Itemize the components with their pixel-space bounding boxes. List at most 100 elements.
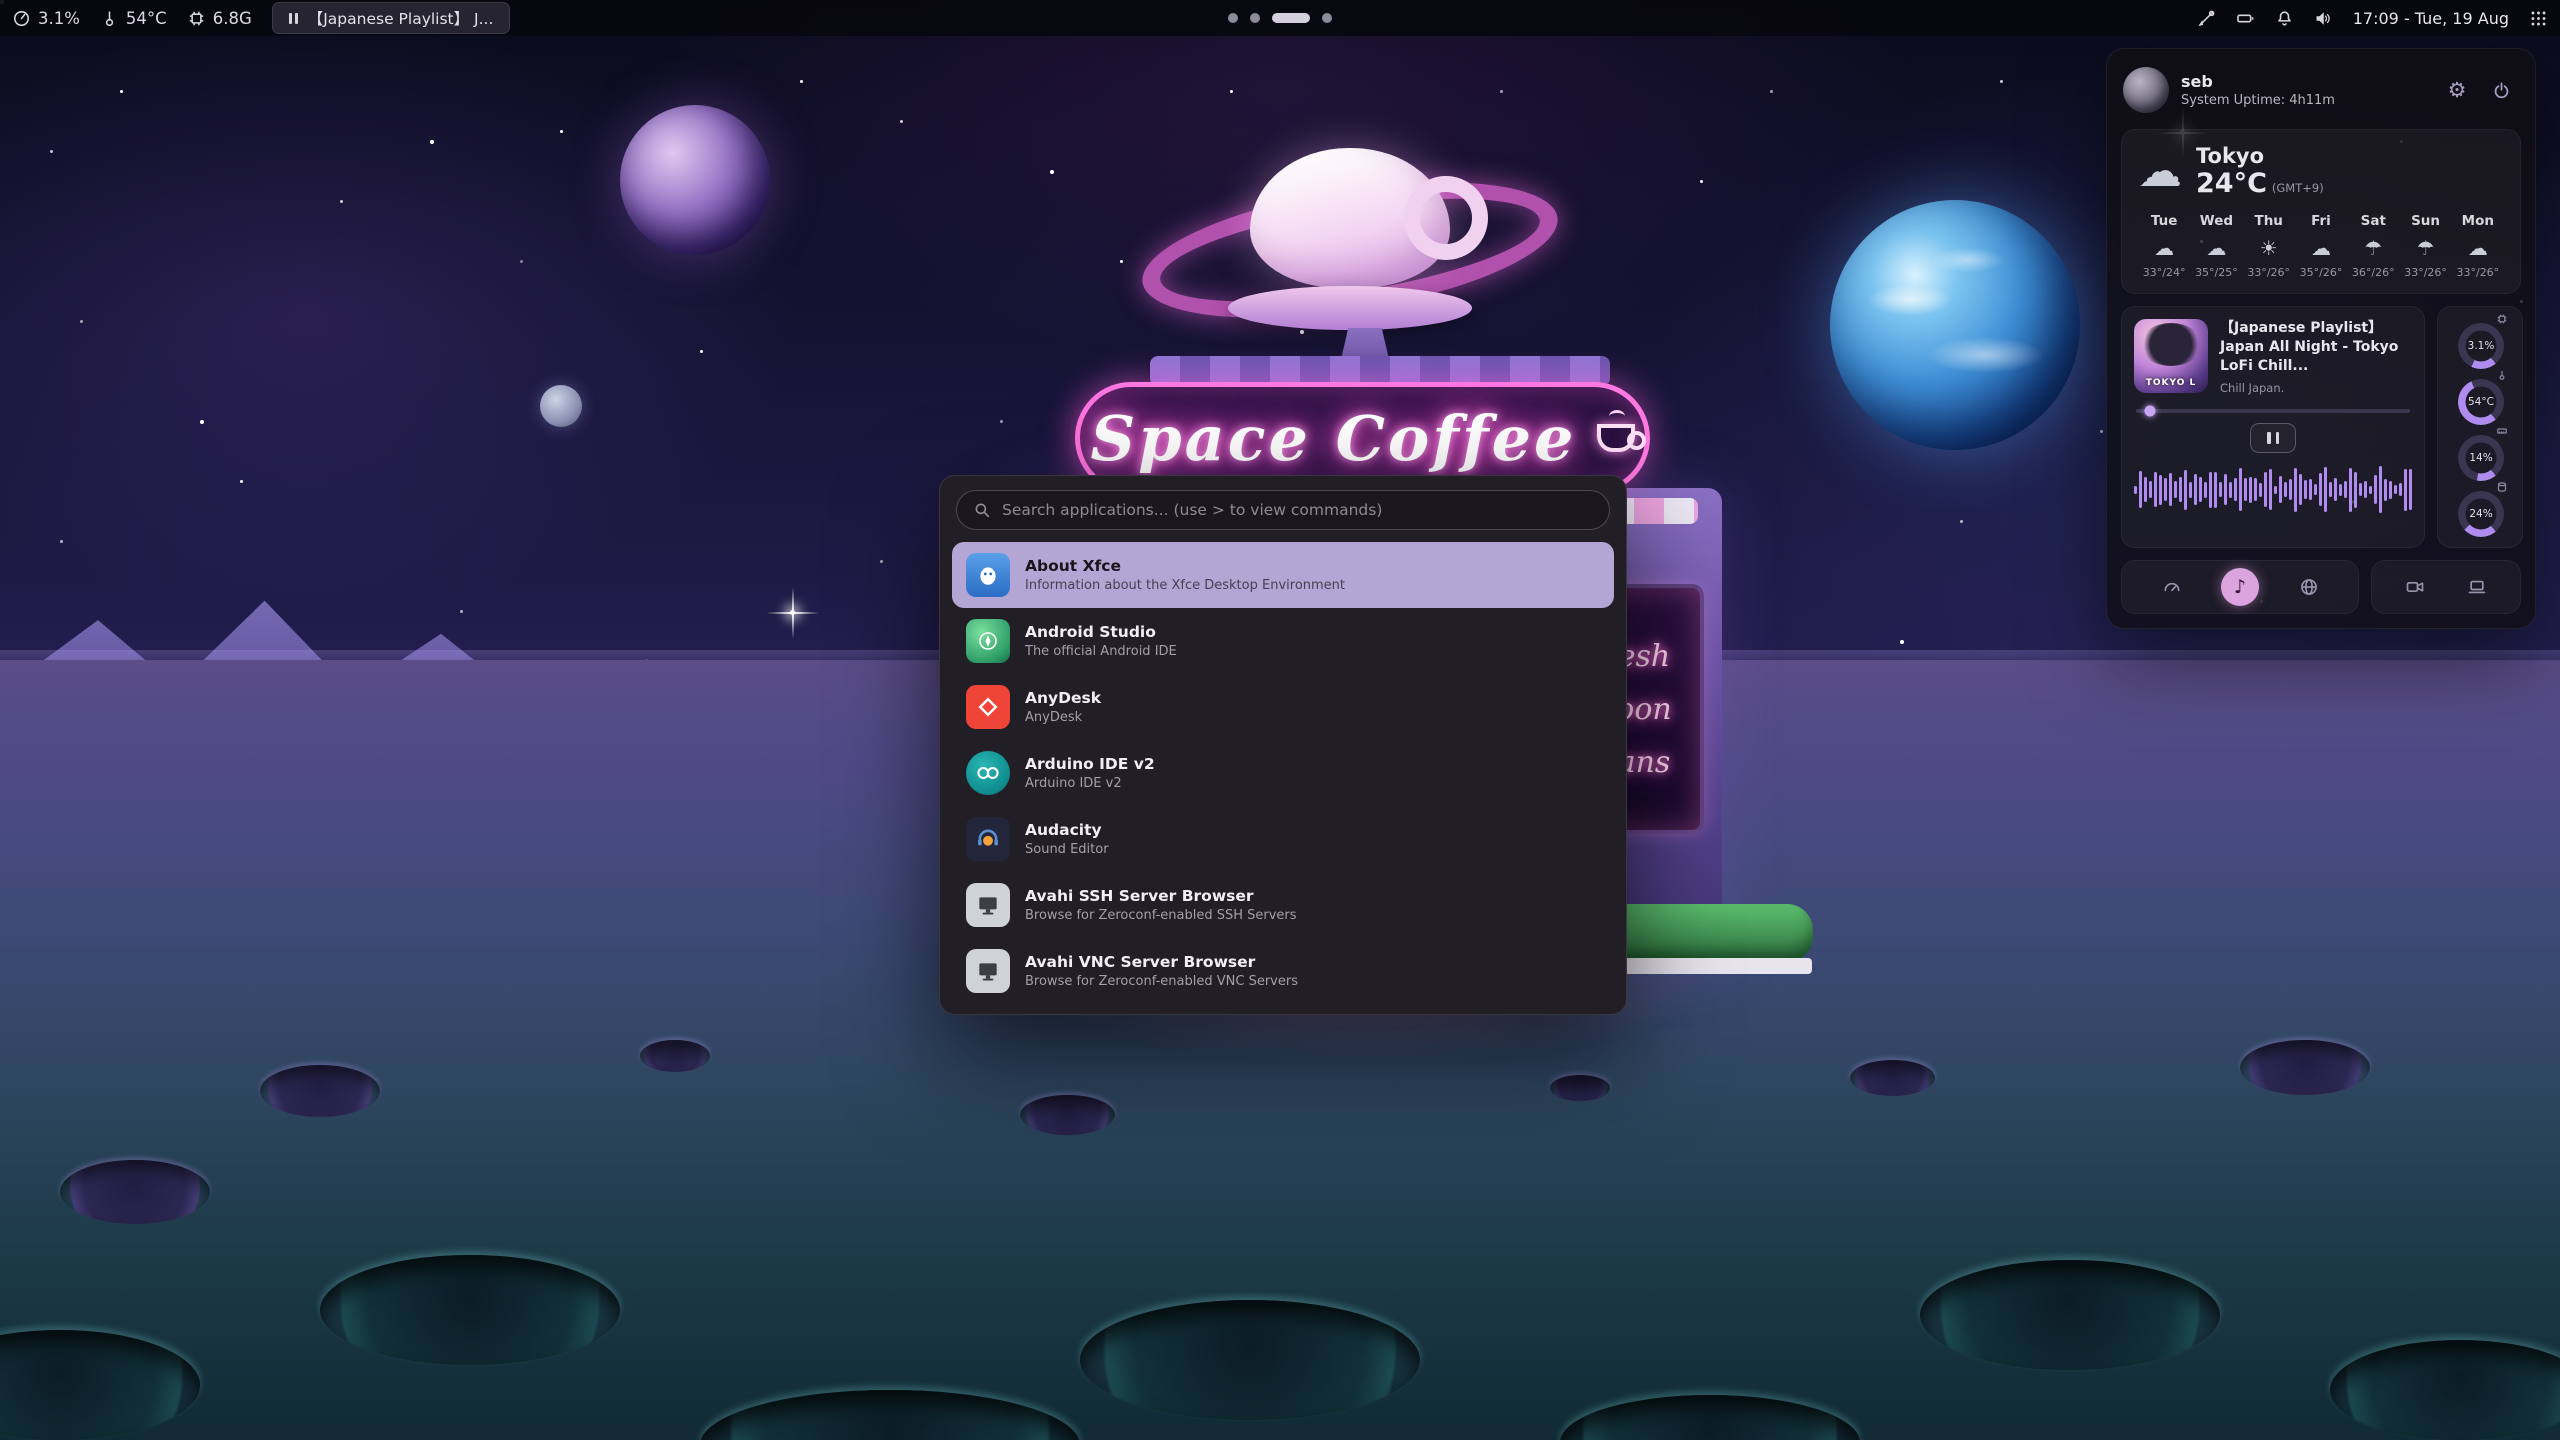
media-pill-label: 【Japanese Playlist】 J... bbox=[308, 7, 494, 29]
weather-icon: ☂ bbox=[2399, 236, 2451, 260]
forecast-day-label: Sat bbox=[2347, 213, 2399, 229]
tools-icon[interactable] bbox=[2197, 9, 2216, 28]
memory-gauge: 14% bbox=[2454, 427, 2506, 483]
thermometer-icon bbox=[100, 9, 119, 28]
volume-icon[interactable] bbox=[2314, 9, 2333, 28]
launcher-item-avahi-ssh[interactable]: Avahi SSH Server Browser Browse for Zero… bbox=[952, 872, 1614, 938]
album-art: TOKYO L bbox=[2134, 319, 2208, 393]
memory-value: 6.8G bbox=[213, 9, 252, 28]
forecast-day-label: Thu bbox=[2243, 213, 2295, 229]
quick-actions-card: ♪ bbox=[2121, 560, 2359, 614]
launcher-item-desc: Browse for Zeroconf-enabled SSH Servers bbox=[1025, 908, 1297, 923]
forecast-temps: 33°/24° bbox=[2138, 266, 2190, 279]
forecast-day-label: Tue bbox=[2138, 213, 2190, 229]
about-xfce-icon bbox=[966, 553, 1010, 597]
record-button[interactable] bbox=[2396, 568, 2434, 606]
launcher-item-name: Audacity bbox=[1025, 821, 1109, 839]
clock[interactable]: 17:09 - Tue, 19 Aug bbox=[2353, 9, 2509, 28]
music-note-icon: ♪ bbox=[2234, 576, 2246, 598]
power-button[interactable] bbox=[2483, 72, 2519, 108]
temperature-value: 54°C bbox=[126, 9, 167, 28]
apps-grid-icon[interactable] bbox=[2529, 9, 2548, 28]
forecast-day: Tue☁33°/24° bbox=[2138, 213, 2190, 279]
cpu-gauge-value: 3.1% bbox=[2458, 323, 2504, 369]
username: seb bbox=[2181, 72, 2335, 91]
screenshot-button[interactable] bbox=[2458, 568, 2496, 606]
progress-bar[interactable] bbox=[2136, 409, 2410, 413]
temperature-indicator: 54°C bbox=[100, 9, 167, 28]
track-title: 【Japanese Playlist】 Japan All Night - To… bbox=[2220, 319, 2412, 376]
forecast-day: Sun☂33°/26° bbox=[2399, 213, 2451, 279]
workspace-dot-1[interactable] bbox=[1228, 13, 1238, 23]
launcher-item-desc: AnyDesk bbox=[1025, 710, 1101, 725]
music-button[interactable]: ♪ bbox=[2221, 568, 2259, 606]
dashboard-widget: seb System Uptime: 4h11m ⚙ ☁ Tokyo 24°C(… bbox=[2106, 48, 2536, 629]
forecast-day-label: Fri bbox=[2295, 213, 2347, 229]
workspace-active[interactable] bbox=[1272, 13, 1310, 23]
progress-knob[interactable] bbox=[2144, 405, 2155, 416]
anydesk-icon bbox=[966, 685, 1010, 729]
cpu-usage-indicator: 3.1% bbox=[12, 9, 80, 28]
forecast-temps: 33°/26° bbox=[2452, 266, 2504, 279]
workspace-dot-2[interactable] bbox=[1250, 13, 1260, 23]
user-section: seb System Uptime: 4h11m ⚙ bbox=[2121, 63, 2521, 117]
app-launcher: About Xfce Information about the Xfce De… bbox=[939, 475, 1627, 1015]
weather-temp: 24°C bbox=[2196, 168, 2267, 199]
cloud-icon: ☁ bbox=[2138, 150, 2182, 194]
launcher-item-arduino[interactable]: Arduino IDE v2 Arduino IDE v2 bbox=[952, 740, 1614, 806]
launcher-item-avahi-vnc[interactable]: Avahi VNC Server Browser Browse for Zero… bbox=[952, 938, 1614, 1004]
launcher-item-android-studio[interactable]: Android Studio The official Android IDE bbox=[952, 608, 1614, 674]
pause-icon bbox=[289, 13, 298, 24]
bell-icon[interactable] bbox=[2275, 9, 2294, 28]
launcher-item-audacity[interactable]: Audacity Sound Editor bbox=[952, 806, 1614, 872]
crater bbox=[60, 1160, 210, 1224]
forecast-temps: 35°/26° bbox=[2295, 266, 2347, 279]
battery-icon[interactable] bbox=[2236, 9, 2255, 28]
star-flare bbox=[790, 610, 795, 615]
forecast-day: Wed☁35°/25° bbox=[2190, 213, 2242, 279]
weather-icon: ☂ bbox=[2347, 236, 2399, 260]
globe-icon bbox=[2299, 577, 2319, 597]
avahi-ssh-icon bbox=[966, 883, 1010, 927]
launcher-item-desc: Browse for Zeroconf-enabled VNC Servers bbox=[1025, 974, 1298, 989]
network-button[interactable] bbox=[2290, 568, 2328, 606]
media-player-pill[interactable]: 【Japanese Playlist】 J... bbox=[272, 2, 511, 34]
workspace-indicator bbox=[1228, 0, 1332, 36]
system-gauges-card: 3.1% 54°C 14% 24% bbox=[2437, 306, 2523, 548]
weather-city: Tokyo bbox=[2196, 144, 2324, 168]
avatar[interactable] bbox=[2123, 67, 2169, 113]
launcher-item-name: About Xfce bbox=[1025, 557, 1345, 575]
memory-indicator: 6.8G bbox=[187, 9, 252, 28]
cpu-usage-value: 3.1% bbox=[38, 9, 80, 28]
weather-card: ☁ Tokyo 24°C(GMT+9) Tue☁33°/24° Wed☁35°/… bbox=[2121, 129, 2521, 294]
search-input[interactable] bbox=[1002, 501, 1593, 519]
crater bbox=[1920, 1260, 2220, 1370]
crater bbox=[1020, 1095, 1115, 1135]
settings-button[interactable]: ⚙ bbox=[2439, 72, 2475, 108]
workspace-dot-4[interactable] bbox=[1322, 13, 1332, 23]
memory-gauge-value: 14% bbox=[2458, 435, 2504, 481]
launcher-item-desc: Information about the Xfce Desktop Envir… bbox=[1025, 578, 1345, 593]
media-player-card: TOKYO L 【Japanese Playlist】 Japan All Ni… bbox=[2121, 306, 2425, 548]
weather-icon: ☁ bbox=[2452, 236, 2504, 260]
launcher-item-name: Avahi SSH Server Browser bbox=[1025, 887, 1297, 905]
forecast-temps: 33°/26° bbox=[2243, 266, 2295, 279]
forecast-day-label: Wed bbox=[2190, 213, 2242, 229]
weather-icon: ☁ bbox=[2295, 236, 2347, 260]
cpu-gauge: 3.1% bbox=[2454, 315, 2506, 371]
pause-button[interactable] bbox=[2250, 423, 2296, 453]
launcher-item-desc: Sound Editor bbox=[1025, 842, 1109, 857]
launcher-item-name: Android Studio bbox=[1025, 623, 1177, 641]
crater bbox=[1080, 1300, 1420, 1420]
performance-button[interactable] bbox=[2153, 568, 2191, 606]
audacity-icon bbox=[966, 817, 1010, 861]
crater bbox=[2240, 1040, 2370, 1095]
crater bbox=[640, 1040, 710, 1072]
track-subtitle: Chill Japan. bbox=[2220, 381, 2412, 395]
forecast-day-label: Mon bbox=[2452, 213, 2504, 229]
forecast-row: Tue☁33°/24° Wed☁35°/25° Thu☀33°/26° Fri☁… bbox=[2138, 213, 2504, 279]
disk-gauge-value: 24% bbox=[2458, 491, 2504, 537]
launcher-item-anydesk[interactable]: AnyDesk AnyDesk bbox=[952, 674, 1614, 740]
launcher-item-about-xfce[interactable]: About Xfce Information about the Xfce De… bbox=[952, 542, 1614, 608]
weather-icon: ☁ bbox=[2190, 236, 2242, 260]
